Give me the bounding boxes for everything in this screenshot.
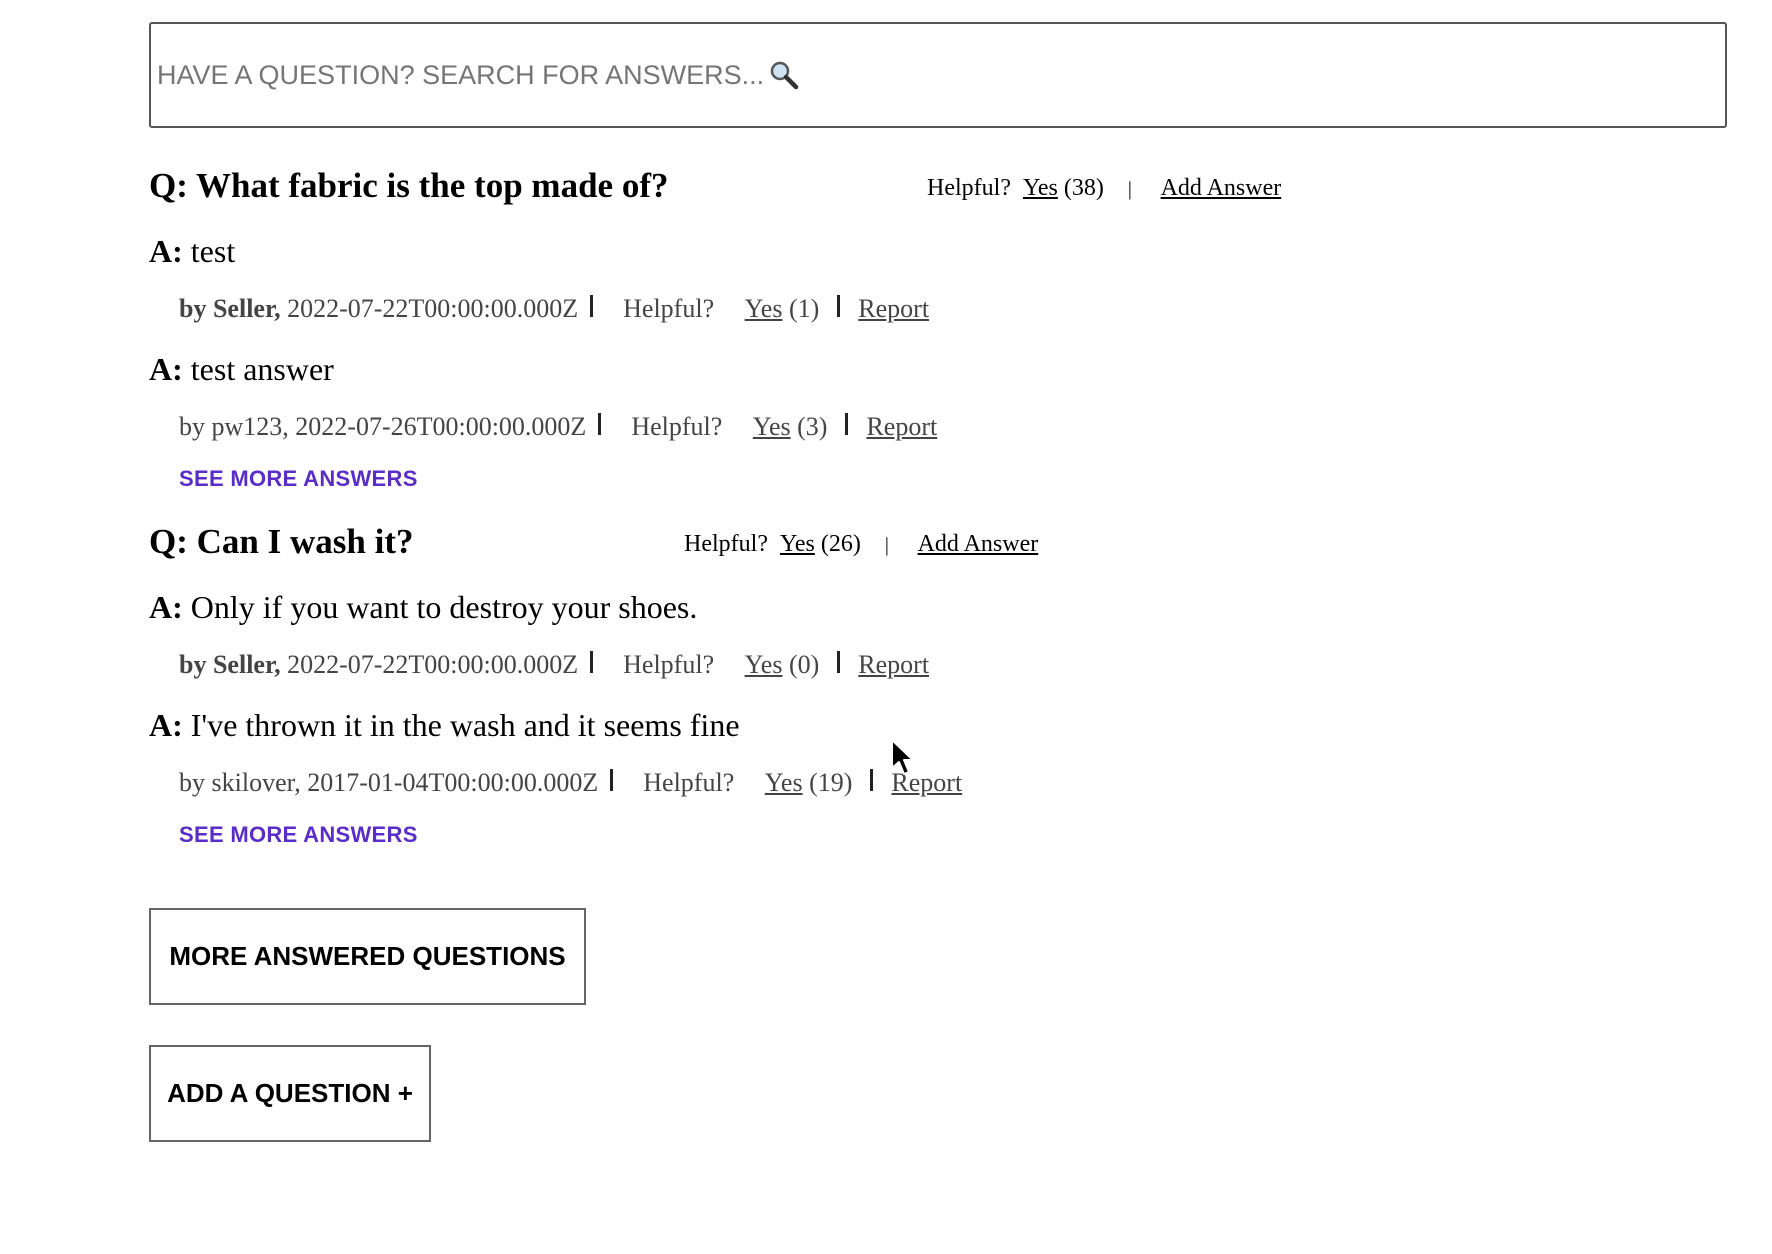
answer-author: Seller,	[212, 294, 281, 323]
answer-helpful-label: Helpful?	[623, 294, 715, 323]
answer-helpful-yes-link[interactable]: Yes	[765, 768, 803, 797]
question-header: Q: What fabric is the top made of? Helpf…	[149, 162, 1729, 228]
question-item: Q: What fabric is the top made of? Helpf…	[149, 162, 1729, 494]
question-text: What fabric is the top made of?	[196, 166, 669, 205]
answer-meta: by pw123, 2022-07-26T00:00:00.000Z Helpfu…	[179, 410, 1729, 444]
answer-by: by	[179, 294, 207, 323]
see-more-answers-link[interactable]: SEE MORE ANSWERS	[179, 464, 1729, 494]
answer-helpful-count: (1)	[788, 294, 820, 323]
answer-by: by	[179, 412, 205, 441]
question-helpful-label: Helpful?	[927, 175, 1011, 201]
divider	[870, 769, 874, 791]
answer-item: A: I've thrown it in the wash and it see…	[149, 702, 1729, 800]
question-helpful-yes-link[interactable]: Yes	[1023, 175, 1058, 201]
divider	[590, 295, 594, 317]
add-answer-link[interactable]: Add Answer	[1161, 175, 1282, 201]
answer-by: by	[179, 650, 207, 679]
answer-helpful-yes-link[interactable]: Yes	[745, 294, 783, 323]
question-title: Q: What fabric is the top made of?	[149, 162, 668, 210]
add-answer-link[interactable]: Add Answer	[918, 531, 1039, 557]
divider	[837, 295, 841, 317]
divider	[837, 651, 841, 673]
question-title: Q: Can I wash it?	[149, 518, 414, 566]
answer-prefix: A:	[149, 351, 183, 387]
question-helpful-count: (26)	[820, 531, 861, 557]
answer-body: A: I've thrown it in the wash and it see…	[149, 702, 1729, 748]
report-link[interactable]: Report	[866, 412, 937, 441]
divider	[845, 413, 849, 435]
answer-prefix: A:	[149, 233, 183, 269]
question-actions: Helpful? Yes (26) | Add Answer	[684, 526, 1038, 563]
divider	[610, 769, 614, 791]
question-helpful-count: (38)	[1063, 175, 1104, 201]
answer-text: Only if you want to destroy your shoes.	[190, 589, 698, 625]
answer-date: 2022-07-22T00:00:00.000Z	[287, 650, 579, 679]
answer-meta: by skilover, 2017-01-04T00:00:00.000Z Hel…	[179, 766, 1729, 800]
answer-helpful-label: Helpful?	[631, 412, 723, 441]
answer-item: A: test answer by pw123, 2022-07-26T00:0…	[149, 346, 1729, 444]
answer-helpful-count: (3)	[797, 412, 828, 441]
question-header: Q: Can I wash it? Helpful? Yes (26) | Ad…	[149, 518, 1729, 584]
report-link[interactable]: Report	[858, 294, 929, 323]
search-icon	[769, 60, 799, 90]
answer-body: A: Only if you want to destroy your shoe…	[149, 584, 1729, 630]
answer-meta: by Seller, 2022-07-22T00:00:00.000Z Helpf…	[179, 292, 1729, 326]
answer-date: 2017-01-04T00:00:00.000Z	[307, 768, 599, 797]
answer-helpful-count: (0)	[788, 650, 820, 679]
answer-helpful-yes-link[interactable]: Yes	[753, 412, 791, 441]
see-more-answers-link[interactable]: SEE MORE ANSWERS	[179, 820, 1729, 850]
answer-author: Seller,	[212, 650, 281, 679]
question-helpful-yes-link[interactable]: Yes	[780, 531, 815, 557]
question-separator: |	[884, 534, 889, 556]
mouse-pointer-icon	[890, 738, 916, 778]
search-bar[interactable]	[149, 22, 1727, 128]
more-questions-wrap: MORE ANSWERED QUESTIONS	[149, 908, 1729, 1005]
divider	[598, 413, 602, 435]
answer-text: I've thrown it in the wash and it seems …	[190, 707, 740, 743]
answer-by: by	[179, 768, 205, 797]
answer-item: A: Only if you want to destroy your shoe…	[149, 584, 1729, 682]
answer-body: A: test answer	[149, 346, 1729, 392]
question-helpful-label: Helpful?	[684, 531, 768, 557]
answer-text: test answer	[190, 351, 334, 387]
questions-answers-section: Q: What fabric is the top made of? Helpf…	[149, 22, 1729, 1142]
answer-date: 2022-07-22T00:00:00.000Z	[287, 294, 579, 323]
answer-helpful-yes-link[interactable]: Yes	[745, 650, 783, 679]
answer-prefix: A:	[149, 707, 183, 743]
answer-date: 2022-07-26T00:00:00.000Z	[295, 412, 587, 441]
answer-text: test	[190, 233, 236, 269]
answer-item: A: test by Seller, 2022-07-22T00:00:00.0…	[149, 228, 1729, 326]
add-question-button[interactable]: ADD A QUESTION +	[149, 1045, 431, 1142]
add-question-wrap: ADD A QUESTION +	[149, 1045, 1729, 1142]
search-input[interactable]	[157, 59, 767, 91]
question-separator: |	[1127, 178, 1132, 200]
answer-prefix: A:	[149, 589, 183, 625]
answer-body: A: test	[149, 228, 1729, 274]
question-prefix: Q:	[149, 522, 188, 561]
question-text: Can I wash it?	[196, 522, 414, 561]
answer-helpful-count: (19)	[809, 768, 853, 797]
divider	[590, 651, 594, 673]
answer-helpful-label: Helpful?	[623, 650, 715, 679]
question-item: Q: Can I wash it? Helpful? Yes (26) | Ad…	[149, 518, 1729, 850]
more-answered-questions-button[interactable]: MORE ANSWERED QUESTIONS	[149, 908, 586, 1005]
answer-meta: by Seller, 2022-07-22T00:00:00.000Z Helpf…	[179, 648, 1729, 682]
answer-author: pw123,	[211, 412, 289, 441]
report-link[interactable]: Report	[858, 650, 929, 679]
answer-helpful-label: Helpful?	[643, 768, 735, 797]
question-prefix: Q:	[149, 166, 188, 205]
answer-author: skilover,	[211, 768, 301, 797]
question-actions: Helpful? Yes (38) | Add Answer	[927, 170, 1281, 207]
